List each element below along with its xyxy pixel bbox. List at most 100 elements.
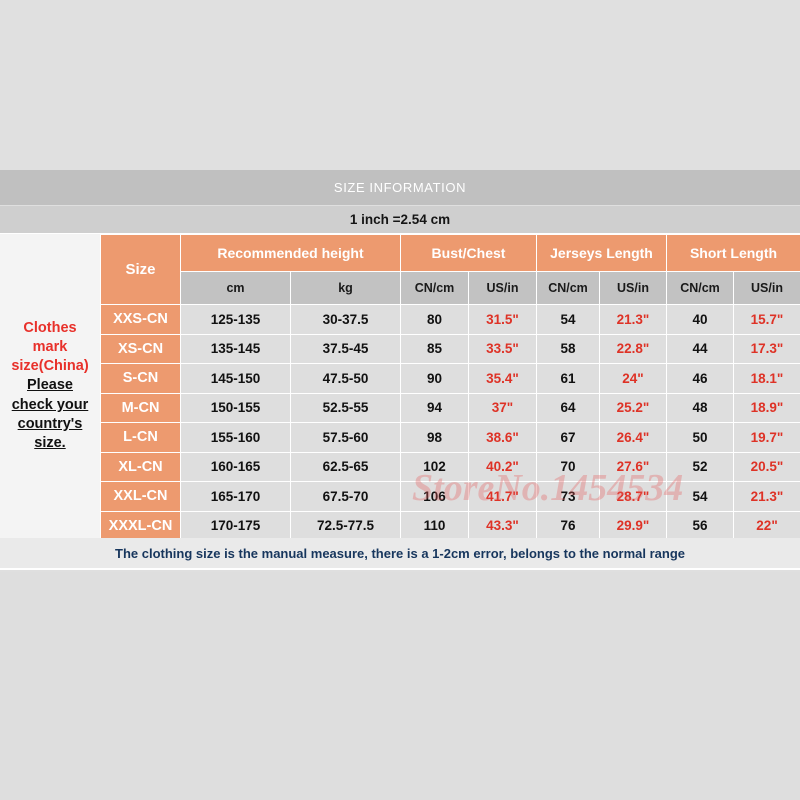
cell-weight-kg: 52.5-55 xyxy=(290,392,401,423)
table-sub-header-row: cm kg CN/cm US/in CN/cm US/in CN/cm US/i… xyxy=(101,271,800,305)
cell-size: XS-CN xyxy=(100,333,181,364)
table-row: XXL-CN 165-170 67.5-70 106 41.7" 73 28.7… xyxy=(100,481,800,512)
cell-bust-cn: 80 xyxy=(400,304,469,335)
table-row: L-CN 155-160 57.5-60 98 38.6" 67 26.4" 5… xyxy=(100,422,800,453)
cell-bust-cn: 85 xyxy=(400,333,469,364)
subheader-jersey-cn: CN/cm xyxy=(536,271,600,305)
cell-size: XXXL-CN xyxy=(100,510,181,541)
cell-bust-us: 37" xyxy=(468,392,537,423)
table-row: M-CN 150-155 52.5-55 94 37" 64 25.2" 48 … xyxy=(100,392,800,423)
cell-weight-kg: 57.5-60 xyxy=(290,422,401,453)
header-bust-chest: Bust/Chest xyxy=(400,234,537,272)
cell-short-cn: 46 xyxy=(666,363,734,394)
cell-weight-kg: 72.5-77.5 xyxy=(290,510,401,541)
cell-bust-us: 43.3" xyxy=(468,510,537,541)
top-background-filler xyxy=(0,0,800,170)
cell-jersey-us: 22.8" xyxy=(599,333,667,364)
cell-jersey-us: 21.3" xyxy=(599,304,667,335)
cell-jersey-us: 25.2" xyxy=(599,392,667,423)
cell-size: S-CN xyxy=(100,363,181,394)
table-row: XXXL-CN 170-175 72.5-77.5 110 43.3" 76 2… xyxy=(100,510,800,541)
cell-short-us: 15.7" xyxy=(732,304,800,335)
cell-bust-us: 40.2" xyxy=(468,451,537,482)
subheader-jersey-us: US/in xyxy=(599,271,667,305)
cell-jersey-cn: 64 xyxy=(536,392,600,423)
cell-size: L-CN xyxy=(100,422,181,453)
size-information-banner: SIZE INFORMATION xyxy=(0,170,800,205)
subheader-bust-us: US/in xyxy=(468,271,537,305)
size-chart-table: Size Recommended height Bust/Chest Jerse… xyxy=(100,234,800,541)
check-country-notice: Please check your country's size. xyxy=(12,376,89,453)
subheader-cm: cm xyxy=(180,271,291,305)
cell-height-cm: 160-165 xyxy=(180,451,291,482)
cell-short-cn: 52 xyxy=(666,451,734,482)
cell-weight-kg: 47.5-50 xyxy=(290,363,401,394)
cell-jersey-cn: 58 xyxy=(536,333,600,364)
table-row: XS-CN 135-145 37.5-45 85 33.5" 58 22.8" … xyxy=(100,333,800,364)
cell-bust-us: 38.6" xyxy=(468,422,537,453)
unit-conversion-note: 1 inch =2.54 cm xyxy=(349,212,451,227)
cell-short-cn: 56 xyxy=(666,510,734,541)
measurement-disclaimer-bar: The clothing size is the manual measure,… xyxy=(0,538,800,570)
cell-short-us: 21.3" xyxy=(732,481,800,512)
cell-short-us: 18.1" xyxy=(732,363,800,394)
cell-height-cm: 155-160 xyxy=(180,422,291,453)
country-notice-panel: Clothes mark size(China) Please check yo… xyxy=(0,234,100,538)
cell-weight-kg: 37.5-45 xyxy=(290,333,401,364)
notice-black-line-1: Please xyxy=(27,377,73,394)
banner-title: SIZE INFORMATION xyxy=(333,180,467,195)
cell-short-cn: 54 xyxy=(666,481,734,512)
header-recommended-height: Recommended height xyxy=(180,234,401,272)
cell-short-cn: 50 xyxy=(666,422,734,453)
cell-height-cm: 125-135 xyxy=(180,304,291,335)
cell-short-cn: 44 xyxy=(666,333,734,364)
clothes-mark-notice: Clothes mark size(China) xyxy=(11,319,88,376)
cell-size: XXL-CN xyxy=(100,481,181,512)
cell-height-cm: 165-170 xyxy=(180,481,291,512)
notice-red-line-3: size(China) xyxy=(11,358,89,375)
subheader-kg: kg xyxy=(290,271,401,305)
cell-size: M-CN xyxy=(100,392,181,423)
cell-weight-kg: 30-37.5 xyxy=(290,304,401,335)
header-jerseys-length: Jerseys Length xyxy=(536,234,667,272)
table-group-header-row: Size Recommended height Bust/Chest Jerse… xyxy=(100,234,800,305)
table-row: XL-CN 160-165 62.5-65 102 40.2" 70 27.6"… xyxy=(100,451,800,482)
cell-jersey-us: 26.4" xyxy=(599,422,667,453)
notice-black-line-4: size. xyxy=(34,434,66,451)
subheader-short-cn: CN/cm xyxy=(666,271,734,305)
cell-jersey-us: 29.9" xyxy=(599,510,667,541)
notice-red-line-2: mark xyxy=(32,339,68,356)
table-row: S-CN 145-150 47.5-50 90 35.4" 61 24" 46 … xyxy=(100,363,800,394)
cell-short-us: 18.9" xyxy=(732,392,800,423)
cell-size: XXS-CN xyxy=(100,304,181,335)
cell-bust-us: 33.5" xyxy=(468,333,537,364)
cell-short-cn: 48 xyxy=(666,392,734,423)
cell-bust-cn: 110 xyxy=(400,510,469,541)
cell-bust-cn: 102 xyxy=(400,451,469,482)
cell-height-cm: 170-175 xyxy=(180,510,291,541)
cell-height-cm: 150-155 xyxy=(180,392,291,423)
unit-conversion-strip: 1 inch =2.54 cm xyxy=(0,206,800,234)
cell-weight-kg: 67.5-70 xyxy=(290,481,401,512)
cell-bust-us: 41.7" xyxy=(468,481,537,512)
cell-height-cm: 135-145 xyxy=(180,333,291,364)
measurement-disclaimer-text: The clothing size is the manual measure,… xyxy=(115,545,685,561)
subheader-bust-cn: CN/cm xyxy=(400,271,469,305)
size-table-zone: Clothes mark size(China) Please check yo… xyxy=(0,234,800,541)
cell-short-us: 19.7" xyxy=(732,422,800,453)
cell-jersey-us: 28.7" xyxy=(599,481,667,512)
cell-bust-us: 35.4" xyxy=(468,363,537,394)
cell-jersey-cn: 76 xyxy=(536,510,600,541)
cell-size: XL-CN xyxy=(100,451,181,482)
subheader-short-us: US/in xyxy=(732,271,800,305)
notice-black-line-2: check your xyxy=(11,396,89,413)
notice-red-line-1: Clothes xyxy=(23,320,77,337)
header-short-length: Short Length xyxy=(665,234,800,272)
cell-bust-cn: 94 xyxy=(400,392,469,423)
cell-jersey-cn: 54 xyxy=(536,304,600,335)
cell-jersey-cn: 70 xyxy=(536,451,600,482)
cell-bust-us: 31.5" xyxy=(468,304,537,335)
cell-jersey-cn: 73 xyxy=(536,481,600,512)
cell-height-cm: 145-150 xyxy=(180,363,291,394)
cell-short-cn: 40 xyxy=(666,304,734,335)
